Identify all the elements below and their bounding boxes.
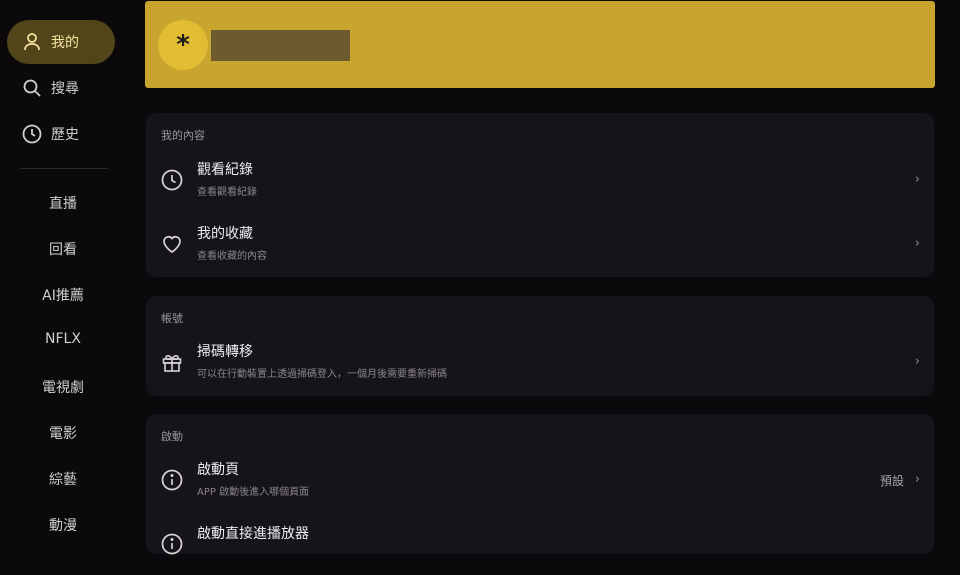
row-subtitle: 可以在行動裝置上透過掃碼登入，一個月後需要重新掃碼 — [197, 369, 447, 380]
chevron-right-icon: › — [914, 172, 920, 187]
row-watch-history[interactable]: 觀看紀錄 查看觀看紀錄 › — [146, 151, 934, 211]
info-icon — [160, 468, 184, 492]
row-title: 掃碼轉移 — [197, 344, 253, 360]
row-qr-transfer[interactable]: 掃碼轉移 可以在行動裝置上透過掃碼登入，一個月後需要重新掃碼 › — [146, 333, 934, 393]
heart-icon — [160, 232, 184, 256]
sidebar-category-replay[interactable]: 回看 — [0, 239, 126, 259]
chevron-right-icon: › — [914, 472, 920, 487]
row-subtitle: APP 啟動後進入哪個頁面 — [197, 487, 310, 498]
sidebar-category-variety[interactable]: 綜藝 — [0, 469, 126, 489]
row-title: 我的收藏 — [197, 226, 253, 242]
section-header: 帳號 — [161, 312, 183, 325]
sidebar-category-drama[interactable]: 電視劇 — [0, 377, 126, 397]
clock-icon — [160, 168, 184, 192]
sidebar-category-ai[interactable]: AI推薦 — [0, 285, 126, 305]
gift-icon — [160, 350, 184, 374]
row-launch-page[interactable]: 啟動頁 APP 啟動後進入哪個頁面 預設 › — [146, 451, 934, 511]
sidebar-category-live[interactable]: 直播 — [0, 193, 126, 213]
section-account: 帳號 掃碼轉移 可以在行動裝置上透過掃碼登入，一個月後需要重新掃碼 › — [146, 296, 934, 396]
sidebar-item-label: 歷史 — [51, 127, 79, 143]
avatar: * — [158, 20, 208, 70]
section-header: 啟動 — [161, 430, 183, 443]
sidebar-item-label: 我的 — [51, 35, 79, 51]
row-subtitle: 查看觀看紀錄 — [197, 187, 257, 198]
person-icon — [21, 31, 43, 53]
clock-icon — [21, 123, 43, 145]
row-favorites[interactable]: 我的收藏 查看收藏的內容 › — [146, 215, 934, 275]
profile-banner[interactable]: * — [145, 1, 935, 88]
row-title: 觀看紀錄 — [197, 162, 253, 178]
chevron-right-icon: › — [914, 354, 920, 369]
section-my-content: 我的內容 觀看紀錄 查看觀看紀錄 › 我的收藏 查看收藏的內容 › — [146, 113, 934, 277]
section-header: 我的內容 — [161, 129, 205, 142]
sidebar-item-history[interactable]: 歷史 — [7, 112, 115, 156]
row-title: 啟動直接進播放器 — [197, 526, 309, 542]
sidebar-category-nflx[interactable]: NFLX — [0, 331, 126, 347]
search-icon — [21, 77, 43, 99]
sidebar-item-label: 搜尋 — [51, 81, 79, 97]
profile-name-redacted — [211, 30, 350, 61]
sidebar-category-anime[interactable]: 動漫 — [0, 515, 126, 535]
sidebar-item-mine[interactable]: 我的 — [7, 20, 115, 64]
sidebar: 我的 搜尋 歷史 直播 回看 AI推薦 NFLX 電視劇 電影 綜藝 動漫 — [0, 0, 126, 540]
row-title: 啟動頁 — [197, 462, 239, 478]
sidebar-divider — [20, 168, 108, 169]
sidebar-item-search[interactable]: 搜尋 — [7, 66, 115, 110]
sidebar-category-movie[interactable]: 電影 — [0, 423, 126, 443]
section-launch: 啟動 啟動頁 APP 啟動後進入哪個頁面 預設 › 啟動直接進播放器 — [146, 414, 934, 555]
info-icon — [160, 532, 184, 556]
row-launch-player[interactable]: 啟動直接進播放器 — [146, 515, 934, 575]
row-value: 預設 — [879, 474, 904, 488]
row-subtitle: 查看收藏的內容 — [197, 251, 267, 262]
chevron-right-icon: › — [914, 236, 920, 251]
